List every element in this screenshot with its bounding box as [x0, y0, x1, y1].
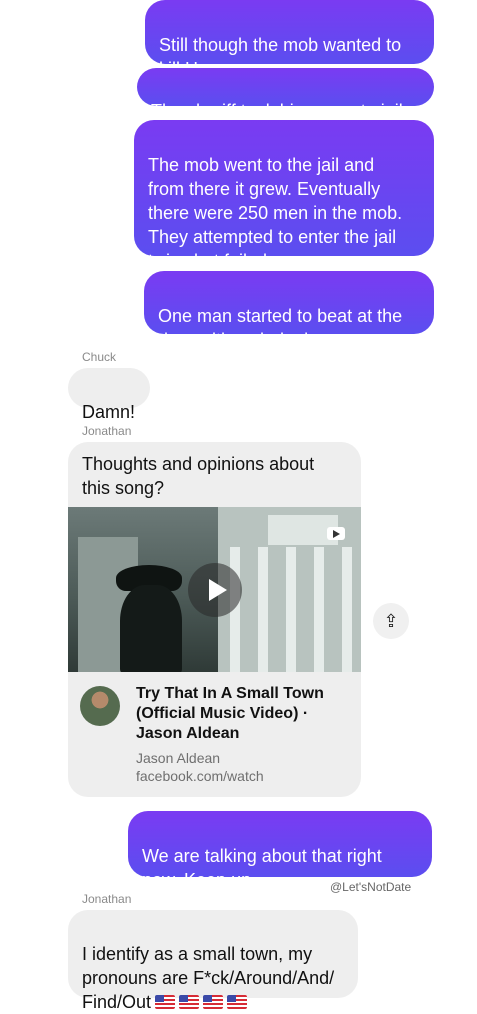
- us-flag-icon: [203, 995, 224, 1009]
- incoming-message[interactable]: Damn!: [68, 368, 150, 422]
- video-thumbnail[interactable]: [68, 507, 361, 672]
- outgoing-message[interactable]: One man started to beat at the door with…: [144, 271, 434, 350]
- link-domain: facebook.com/watch: [136, 768, 264, 784]
- outgoing-message[interactable]: The sheriff took him away to jail.: [137, 68, 434, 121]
- link-artist: Jason Aldean: [136, 750, 221, 766]
- play-icon[interactable]: [188, 563, 242, 617]
- link-title[interactable]: Try That In A Small Town (Official Music…: [136, 684, 351, 744]
- message-text: Thoughts and opinions about this song?: [82, 454, 315, 498]
- outgoing-message[interactable]: Still though the mob wanted to kill Henr…: [145, 0, 434, 79]
- outgoing-message[interactable]: The mob went to the jail and from there …: [134, 120, 434, 271]
- message-text: One man started to beat at the door with…: [158, 306, 403, 350]
- sender-name: Chuck: [82, 350, 117, 364]
- us-flag-icon: [227, 995, 248, 1009]
- sender-name: Jonathan: [82, 892, 132, 906]
- message-text: The sheriff took him away to jail.: [151, 101, 408, 121]
- message-text: Damn!: [82, 402, 136, 422]
- us-flag-icon: [155, 995, 176, 1009]
- watermark: @Let'sNotDate: [330, 880, 412, 894]
- us-flag-icon: [179, 995, 200, 1009]
- avatar: [80, 686, 120, 726]
- share-icon[interactable]: ⇪: [373, 603, 409, 639]
- outgoing-message[interactable]: We are talking about that right now. Kee…: [128, 811, 432, 890]
- sender-name: Jonathan: [82, 424, 132, 438]
- incoming-message[interactable]: I identify as a small town, my pronouns …: [68, 910, 358, 1012]
- link-preview-message[interactable]: Thoughts and opinions about this song? T…: [68, 442, 361, 797]
- youtube-icon: [327, 527, 345, 540]
- message-text: The mob went to the jail and from there …: [148, 155, 403, 271]
